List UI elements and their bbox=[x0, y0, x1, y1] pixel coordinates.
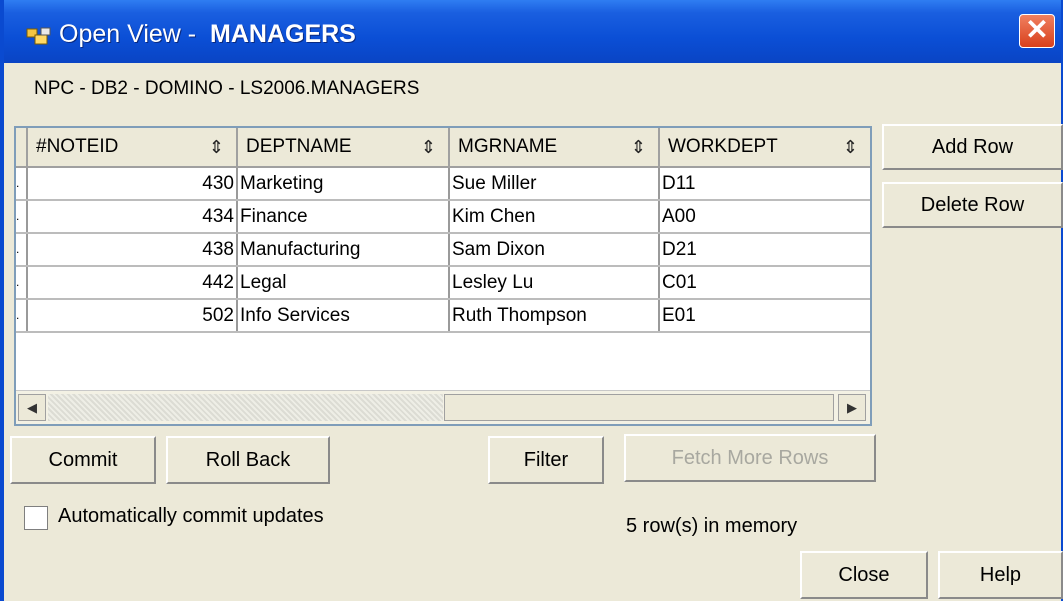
cell-mgrname[interactable]: Ruth Thompson bbox=[450, 300, 660, 331]
cell-mgrname[interactable]: Lesley Lu bbox=[450, 267, 660, 298]
row-selector-header bbox=[16, 128, 28, 168]
row-selector[interactable]: . bbox=[16, 168, 28, 199]
add-row-button[interactable]: Add Row bbox=[882, 124, 1063, 170]
close-button[interactable]: Close bbox=[800, 551, 928, 599]
scroll-left-icon[interactable]: ◀ bbox=[18, 394, 46, 421]
window-title: Open View - MANAGERS bbox=[59, 20, 356, 48]
cell-deptname[interactable]: Marketing bbox=[238, 168, 450, 199]
row-selector[interactable]: . bbox=[16, 300, 28, 331]
horizontal-scrollbar[interactable]: ◀ ▶ bbox=[16, 390, 870, 424]
auto-commit-checkbox[interactable] bbox=[24, 506, 48, 530]
table-row[interactable]: . 502 Info Services Ruth Thompson E01 bbox=[16, 300, 870, 333]
cell-workdept[interactable]: A00 bbox=[660, 201, 870, 232]
open-view-icon bbox=[26, 27, 51, 45]
help-button[interactable]: Help bbox=[938, 551, 1063, 599]
rows-in-memory-status: 5 row(s) in memory bbox=[626, 515, 798, 537]
connection-path: NPC - DB2 - DOMINO - LS2006.MANAGERS bbox=[34, 78, 420, 99]
cell-noteid[interactable]: 430 bbox=[28, 168, 238, 199]
cell-workdept[interactable]: C01 bbox=[660, 267, 870, 298]
column-header-deptname[interactable]: DEPTNAME ⇕ bbox=[238, 128, 450, 168]
commit-button[interactable]: Commit bbox=[10, 436, 156, 484]
scrollbar-thumb[interactable] bbox=[444, 394, 834, 421]
cell-deptname[interactable]: Manufacturing bbox=[238, 234, 450, 265]
table-row[interactable]: . 442 Legal Lesley Lu C01 bbox=[16, 267, 870, 300]
row-selector[interactable]: . bbox=[16, 201, 28, 232]
cell-mgrname[interactable]: Sue Miller bbox=[450, 168, 660, 199]
cell-mgrname[interactable]: Sam Dixon bbox=[450, 234, 660, 265]
cell-noteid[interactable]: 438 bbox=[28, 234, 238, 265]
delete-row-button[interactable]: Delete Row bbox=[882, 182, 1063, 228]
fetch-more-rows-button[interactable]: Fetch More Rows bbox=[624, 434, 876, 482]
cell-noteid[interactable]: 442 bbox=[28, 267, 238, 298]
cell-mgrname[interactable]: Kim Chen bbox=[450, 201, 660, 232]
sort-icon[interactable]: ⇕ bbox=[631, 128, 646, 166]
cell-deptname[interactable]: Legal bbox=[238, 267, 450, 298]
cell-noteid[interactable]: 434 bbox=[28, 201, 238, 232]
auto-commit-label: Automatically commit updates bbox=[58, 505, 324, 527]
scrollbar-track[interactable] bbox=[48, 394, 443, 421]
column-header-workdept[interactable]: WORKDEPT ⇕ bbox=[660, 128, 870, 168]
data-grid[interactable]: #NOTEID ⇕ DEPTNAME ⇕ MGRNAME ⇕ WORKDEPT … bbox=[14, 126, 872, 426]
title-bar[interactable]: Open View - MANAGERS ✕ bbox=[4, 0, 1061, 63]
table-row[interactable]: . 438 Manufacturing Sam Dixon D21 bbox=[16, 234, 870, 267]
open-view-dialog: Open View - MANAGERS ✕ NPC - DB2 - DOMIN… bbox=[0, 0, 1063, 601]
filter-button[interactable]: Filter bbox=[488, 436, 604, 484]
column-header-mgrname[interactable]: MGRNAME ⇕ bbox=[450, 128, 660, 168]
roll-back-button[interactable]: Roll Back bbox=[166, 436, 330, 484]
scroll-right-icon[interactable]: ▶ bbox=[838, 394, 866, 421]
cell-deptname[interactable]: Finance bbox=[238, 201, 450, 232]
cell-deptname[interactable]: Info Services bbox=[238, 300, 450, 331]
table-row[interactable]: . 430 Marketing Sue Miller D11 bbox=[16, 168, 870, 201]
sort-icon[interactable]: ⇕ bbox=[843, 128, 858, 166]
cell-noteid[interactable]: 502 bbox=[28, 300, 238, 331]
cell-workdept[interactable]: E01 bbox=[660, 300, 870, 331]
close-window-button[interactable]: ✕ bbox=[1019, 14, 1055, 48]
cell-workdept[interactable]: D11 bbox=[660, 168, 870, 199]
table-row[interactable]: . 434 Finance Kim Chen A00 bbox=[16, 201, 870, 234]
row-selector[interactable]: . bbox=[16, 234, 28, 265]
sort-icon[interactable]: ⇕ bbox=[209, 128, 224, 166]
sort-icon[interactable]: ⇕ bbox=[421, 128, 436, 166]
cell-workdept[interactable]: D21 bbox=[660, 234, 870, 265]
column-header-noteid[interactable]: #NOTEID ⇕ bbox=[28, 128, 238, 168]
row-selector[interactable]: . bbox=[16, 267, 28, 298]
